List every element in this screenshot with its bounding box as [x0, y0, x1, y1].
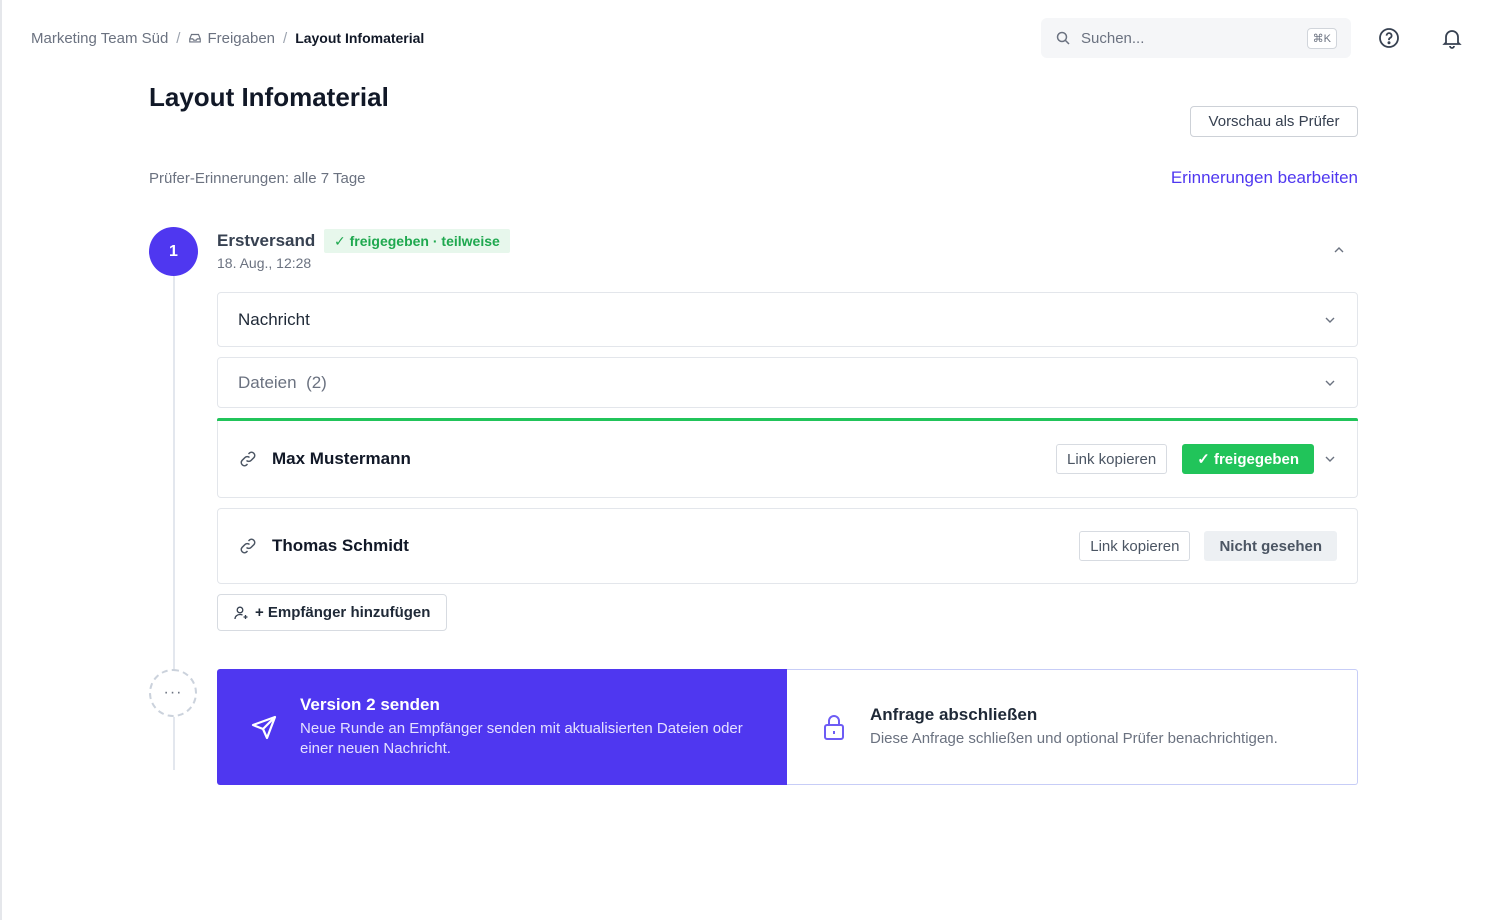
- search-icon: [1056, 31, 1070, 45]
- search-input[interactable]: [1081, 29, 1307, 47]
- not-seen-status-badge: Nicht gesehen: [1204, 531, 1337, 561]
- send-version-title: Version 2 senden: [300, 695, 440, 714]
- recipient-row: Thomas Schmidt Link kopieren Nicht geseh…: [217, 508, 1358, 584]
- files-count: (2): [306, 372, 327, 392]
- breadcrumb-section[interactable]: Freigaben: [188, 30, 275, 47]
- recipient-row: Max Mustermann Link kopieren ✓ freigegeb…: [217, 421, 1358, 498]
- round-number-badge: 1: [149, 227, 198, 276]
- window-edge: [0, 0, 2, 920]
- round-name: Erstversand: [217, 231, 316, 250]
- approved-status-button[interactable]: ✓ freigegeben: [1182, 444, 1314, 474]
- notifications-button[interactable]: [1438, 24, 1466, 52]
- breadcrumb-separator: /: [176, 29, 181, 47]
- close-request-title: Anfrage abschließen: [870, 705, 1038, 724]
- page-title: Layout Infomaterial: [149, 82, 389, 112]
- breadcrumb-separator: /: [283, 29, 288, 47]
- add-recipient-button[interactable]: + Empfänger hinzufügen: [217, 594, 447, 631]
- message-panel-title: Nachricht: [238, 309, 310, 329]
- user-add-icon: [234, 606, 248, 619]
- copy-link-button[interactable]: Link kopieren: [1056, 444, 1168, 474]
- edit-reminders-link[interactable]: Erinnerungen bearbeiten: [1171, 168, 1358, 188]
- help-button[interactable]: [1375, 24, 1403, 52]
- breadcrumb-current: Layout Infomaterial: [295, 30, 425, 46]
- help-icon: [1379, 28, 1399, 48]
- breadcrumb: Marketing Team Süd / Freigaben / Layout …: [31, 28, 424, 48]
- chevron-down-icon[interactable]: [1323, 452, 1337, 466]
- copy-link-button[interactable]: Link kopieren: [1079, 531, 1191, 561]
- files-panel-title: Dateien (2): [238, 373, 327, 393]
- round-status-badge: ✓ freigegeben · teilweise: [324, 229, 510, 253]
- round-date: 18. Aug., 12:28: [217, 255, 312, 271]
- close-request-card[interactable]: Anfrage abschließen Diese Anfrage schlie…: [787, 669, 1358, 785]
- reminder-info: Prüfer-Erinnerungen: alle 7 Tage: [149, 170, 366, 187]
- add-recipient-label: + Empfänger hinzufügen: [255, 604, 431, 621]
- files-panel[interactable]: Dateien (2): [217, 357, 1358, 408]
- search-shortcut-badge: ⌘K: [1306, 27, 1337, 49]
- chevron-up-icon[interactable]: [1331, 242, 1347, 258]
- close-request-description: Diese Anfrage schließen und optional Prü…: [870, 730, 1278, 747]
- chevron-down-icon: [1325, 317, 1335, 323]
- bell-icon: [1442, 30, 1462, 49]
- search-box[interactable]: ⌘K: [1041, 18, 1351, 58]
- inbox-icon: [189, 33, 202, 43]
- breadcrumb-team[interactable]: Marketing Team Süd: [31, 30, 168, 47]
- recipient-name: Max Mustermann: [272, 449, 411, 468]
- more-options-icon[interactable]: ···: [149, 669, 197, 717]
- send-version-description: Neue Runde an Empfänger senden mit aktua…: [300, 720, 743, 757]
- preview-as-reviewer-button[interactable]: Vorschau als Prüfer: [1190, 106, 1358, 137]
- lock-icon: [824, 715, 844, 740]
- send-version-2-card[interactable]: Version 2 senden Neue Runde an Empfänger…: [217, 669, 787, 785]
- link-icon: [240, 538, 256, 554]
- breadcrumb-section-label: Freigaben: [207, 29, 276, 47]
- chevron-down-icon: [1325, 380, 1335, 386]
- message-panel[interactable]: Nachricht: [217, 292, 1358, 347]
- files-label: Dateien: [238, 372, 297, 392]
- recipient-name: Thomas Schmidt: [272, 536, 409, 555]
- paper-plane-icon: [251, 715, 277, 740]
- link-icon: [240, 451, 256, 467]
